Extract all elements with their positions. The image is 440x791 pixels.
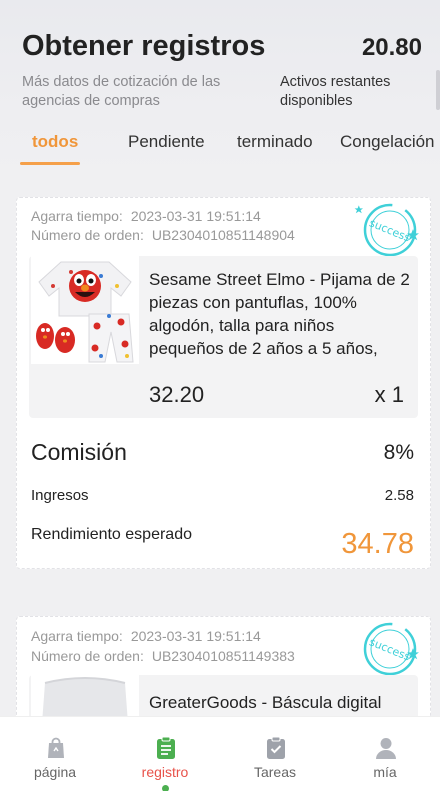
product-name: Sesame Street Elmo - Pijama de 2 piezas … bbox=[149, 270, 410, 358]
active-tab-indicator bbox=[20, 162, 80, 165]
scrollbar[interactable] bbox=[436, 70, 440, 110]
income-label: Ingresos bbox=[31, 487, 89, 504]
grab-time-label: Agarra tiempo: bbox=[31, 208, 123, 224]
page-header: Obtener registros 20.80 Más datos de cot… bbox=[0, 0, 440, 185]
active-nav-dot bbox=[162, 785, 169, 791]
commission-label: Comisión bbox=[31, 439, 127, 465]
grab-time-value: 2023-03-31 19:51:14 bbox=[130, 628, 261, 644]
balance-label: Activos restantes disponibles bbox=[280, 74, 391, 109]
income-value: 2.58 bbox=[384, 487, 414, 504]
order-number-label: Número de orden: bbox=[31, 648, 144, 664]
nav-item-pagina[interactable]: página bbox=[0, 717, 110, 791]
tab-terminado[interactable]: terminado bbox=[237, 132, 313, 152]
bag-icon bbox=[48, 737, 64, 758]
expected-return-label: Rendimiento esperado bbox=[31, 526, 192, 543]
nav-label-pagina: página bbox=[33, 764, 77, 780]
grab-time-row: Agarra tiempo: 2023-03-31 19:51:14 bbox=[31, 208, 261, 224]
tab-todos[interactable]: todos bbox=[32, 132, 78, 152]
product-quantity: x 1 bbox=[374, 382, 404, 407]
page-subtitle: Más datos de cotización de las agencias … bbox=[22, 74, 221, 109]
nav-label-registro: registro bbox=[141, 764, 189, 780]
tab-congelacion[interactable]: Congelación bbox=[340, 132, 435, 152]
product-name: GreaterGoods - Báscula digital bbox=[149, 693, 382, 712]
nav-item-tareas[interactable]: Tareas bbox=[220, 717, 330, 791]
order-number-label: Número de orden: bbox=[31, 227, 144, 243]
bottom-nav: página registro Tareas mía bbox=[0, 716, 440, 791]
page-title: Obtener registros bbox=[22, 30, 266, 62]
nav-item-registro[interactable]: registro bbox=[110, 717, 220, 791]
grab-time-label: Agarra tiempo: bbox=[31, 628, 123, 644]
user-icon bbox=[376, 738, 396, 759]
order-card[interactable]: Agarra tiempo: 2023-03-31 19:51:14 Número… bbox=[16, 197, 431, 569]
order-number-value: UB2304010851148904 bbox=[151, 227, 295, 243]
status-tabs: todos Pendiente terminado Congelación bbox=[0, 132, 440, 168]
nav-label-mia: mía bbox=[373, 764, 397, 780]
grab-time-row: Agarra tiempo: 2023-03-31 19:51:14 bbox=[31, 628, 261, 644]
success-stamp-icon: success bbox=[363, 622, 419, 676]
nav-label-tareas: Tareas bbox=[253, 764, 297, 780]
success-stamp-icon: success bbox=[354, 203, 419, 257]
order-number-row: Número de orden: UB2304010851149383 bbox=[31, 648, 295, 664]
order-number-row: Número de orden: UB2304010851148904 bbox=[31, 227, 295, 243]
product-image[interactable] bbox=[31, 256, 139, 364]
expected-return-value: 34.78 bbox=[341, 528, 414, 560]
order-number-value: UB2304010851149383 bbox=[151, 648, 295, 664]
product-price: 32.20 bbox=[149, 382, 205, 407]
grab-time-value: 2023-03-31 19:51:14 bbox=[130, 208, 261, 224]
nav-item-mia[interactable]: mía bbox=[330, 717, 440, 791]
balance-amount: 20.80 bbox=[361, 34, 422, 61]
tab-pendiente[interactable]: Pendiente bbox=[128, 132, 205, 152]
task-check-icon bbox=[267, 736, 285, 759]
product-box[interactable]: Sesame Street Elmo - Pijama de 2 piezas … bbox=[29, 256, 418, 418]
commission-value: 8% bbox=[383, 441, 414, 464]
clipboard-icon bbox=[157, 736, 175, 759]
